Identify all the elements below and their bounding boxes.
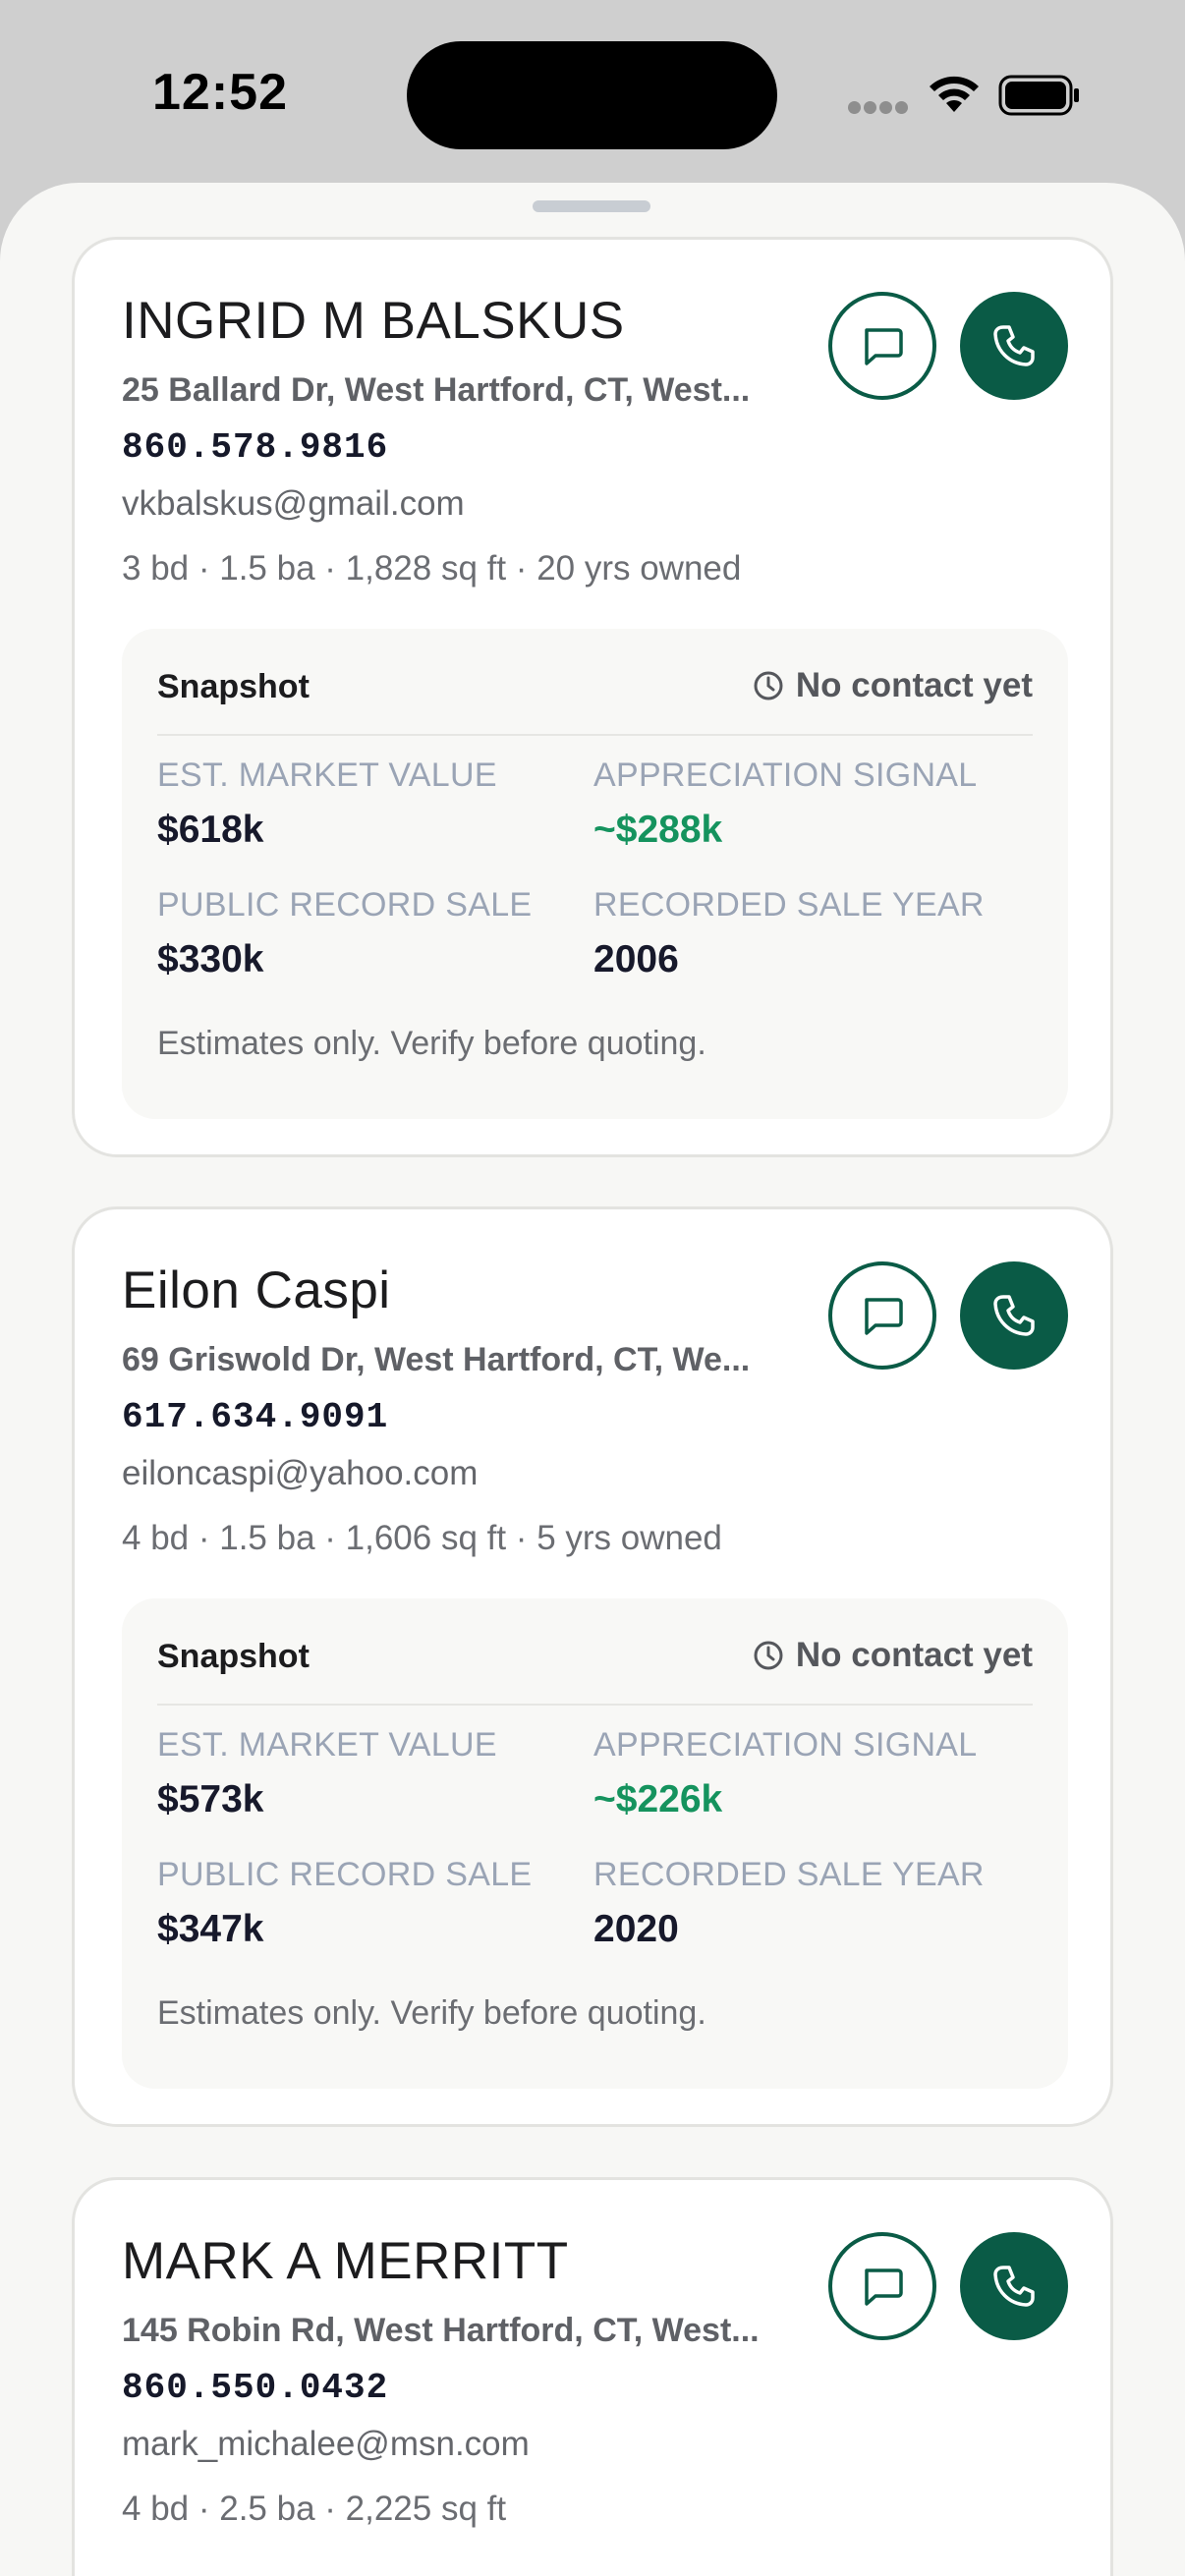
lead-name: INGRID M BALSKUS — [122, 292, 625, 350]
divider — [157, 1704, 1033, 1706]
public-record-sale-label: PUBLIC RECORD SALE — [157, 1856, 533, 1893]
lead-address: 145 Robin Rd, West Hartford, CT, West... — [122, 2312, 760, 2349]
estimate-disclaimer: Estimates only. Verify before quoting. — [157, 1994, 706, 2032]
lead-address: 25 Ballard Dr, West Hartford, CT, West..… — [122, 371, 751, 409]
contact-status: No contact yet — [753, 1636, 1033, 1675]
recorded-sale-year: 2020 — [593, 1908, 679, 1950]
message-icon — [865, 328, 903, 365]
dynamic-island — [407, 41, 777, 149]
contact-status-label: No contact yet — [795, 666, 1033, 704]
message-button[interactable] — [828, 292, 936, 400]
lead-email[interactable]: eiloncaspi@yahoo.com — [122, 1454, 478, 1493]
lead-name: MARK A MERRITT — [122, 2232, 569, 2290]
recorded-sale-year: 2006 — [593, 938, 679, 980]
message-button[interactable] — [828, 1261, 936, 1370]
message-button[interactable] — [828, 2232, 936, 2340]
call-button[interactable] — [960, 1261, 1068, 1370]
contact-status-label: No contact yet — [795, 1636, 1033, 1674]
message-icon — [865, 1298, 903, 1335]
snapshot-panel: Snapshot No contact yet EST. MARKET VALU… — [122, 1598, 1068, 2089]
est-market-value: $618k — [157, 809, 264, 851]
lead-property-meta: 4 bd · 2.5 ba · 2,225 sq ft — [122, 2490, 507, 2528]
phone-icon — [993, 2266, 1035, 2307]
clock-icon — [754, 1641, 783, 1670]
estimate-disclaimer: Estimates only. Verify before quoting. — [157, 1025, 706, 1062]
lead-card[interactable]: MARK A MERRITT 145 Robin Rd, West Hartfo… — [72, 2177, 1113, 2576]
snapshot-title: Snapshot — [157, 1638, 310, 1675]
leads-sheet: INGRID M BALSKUS 25 Ballard Dr, West Har… — [0, 183, 1185, 2576]
phone-icon — [993, 325, 1035, 366]
lead-property-meta: 4 bd · 1.5 ba · 1,606 sq ft · 5 yrs owne… — [122, 1519, 722, 1557]
lead-phone[interactable]: 617.634.9091 — [122, 1397, 388, 1437]
lead-name: Eilon Caspi — [122, 1261, 391, 1319]
appreciation-signal: ~$288k — [593, 809, 723, 851]
public-record-sale: $347k — [157, 1908, 264, 1950]
sheet-grabber[interactable] — [533, 200, 650, 212]
battery-icon — [998, 75, 1079, 116]
appreciation-signal: ~$226k — [593, 1778, 723, 1820]
lead-card[interactable]: Eilon Caspi 69 Griswold Dr, West Hartfor… — [72, 1206, 1113, 2127]
divider — [157, 734, 1033, 736]
wifi-icon — [930, 76, 979, 112]
recorded-sale-year-label: RECORDED SALE YEAR — [593, 1856, 985, 1893]
lead-phone[interactable]: 860.550.0432 — [122, 2368, 388, 2408]
status-bar: 12:52 — [0, 0, 1185, 187]
public-record-sale: $330k — [157, 938, 264, 980]
lead-card[interactable]: INGRID M BALSKUS 25 Ballard Dr, West Har… — [72, 237, 1113, 1157]
lead-address: 69 Griswold Dr, West Hartford, CT, We... — [122, 1341, 751, 1378]
snapshot-title: Snapshot — [157, 668, 310, 705]
est-market-value-label: EST. MARKET VALUE — [157, 1726, 497, 1764]
public-record-sale-label: PUBLIC RECORD SALE — [157, 886, 533, 924]
lead-phone[interactable]: 860.578.9816 — [122, 427, 388, 468]
appreciation-signal-label: APPRECIATION SIGNAL — [593, 756, 978, 794]
contact-status: No contact yet — [753, 666, 1033, 705]
est-market-value-label: EST. MARKET VALUE — [157, 756, 497, 794]
recorded-sale-year-label: RECORDED SALE YEAR — [593, 886, 985, 924]
appreciation-signal-label: APPRECIATION SIGNAL — [593, 1726, 978, 1764]
status-time: 12:52 — [152, 64, 288, 121]
lead-email[interactable]: vkbalskus@gmail.com — [122, 484, 465, 524]
message-icon — [865, 2268, 903, 2306]
phone-icon — [993, 1295, 1035, 1336]
snapshot-panel: Snapshot No contact yet EST. MARKET VALU… — [122, 629, 1068, 1119]
cellular-signal-icon — [848, 101, 908, 115]
call-button[interactable] — [960, 2232, 1068, 2340]
lead-property-meta: 3 bd · 1.5 ba · 1,828 sq ft · 20 yrs own… — [122, 549, 742, 588]
call-button[interactable] — [960, 292, 1068, 400]
clock-icon — [754, 671, 783, 700]
est-market-value: $573k — [157, 1778, 264, 1820]
lead-email[interactable]: mark_michalee@msn.com — [122, 2425, 530, 2464]
